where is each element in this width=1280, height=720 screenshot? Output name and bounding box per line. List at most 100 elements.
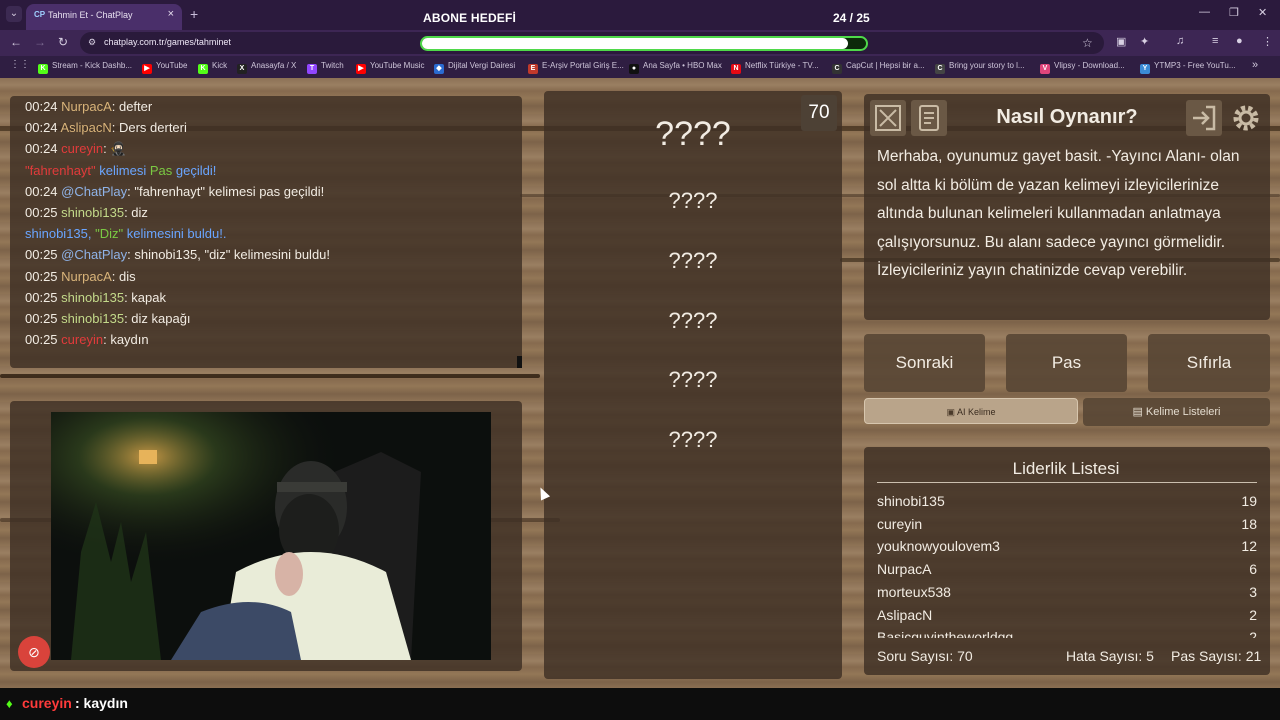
bookmark-label: CapCut | Hepsi bir a... <box>846 61 925 70</box>
chat-time: 00:24 <box>25 120 58 136</box>
leaderboard-name: AslipacN <box>877 606 933 623</box>
chat-message: 00:25 @ChatPlay: shinobi135, "diz" kelim… <box>25 247 330 262</box>
bookmark-label: Twitch <box>321 61 344 70</box>
question-count: Soru Sayısı: 70 <box>877 648 973 664</box>
forbidden-word: ???? <box>668 188 718 213</box>
leaderboard-name: morteux538 <box>877 583 951 600</box>
close-tab-icon[interactable]: × <box>168 8 174 20</box>
how-to-play-text: Merhaba, oyunumuz gayet basit. -Yayıncı … <box>877 148 1240 280</box>
bookmark-item[interactable]: N Netflix Türkiye - TV... <box>731 61 819 74</box>
settings-button[interactable] <box>1228 100 1264 136</box>
bookmark-item[interactable]: C CapCut | Hepsi bir a... <box>832 61 925 74</box>
bookmark-favicon-icon: V <box>1040 64 1050 74</box>
more-bookmarks-icon[interactable]: » <box>1252 59 1258 71</box>
apps-grid-icon[interactable]: ⋮⋮ <box>10 59 30 70</box>
chat-username[interactable]: cureyin <box>61 332 103 347</box>
bookmark-item[interactable]: K Stream - Kick Dashb... <box>38 61 132 74</box>
reload-icon[interactable]: ↻ <box>58 35 68 49</box>
next-button[interactable]: Sonraki <box>864 334 985 392</box>
bookmark-item[interactable]: V Vlipsy - Download... <box>1040 61 1125 74</box>
forbidden-word: ???? <box>668 308 718 333</box>
ai-word-button[interactable]: ▣ AI Kelime <box>864 398 1078 424</box>
minimize-icon[interactable]: — <box>1199 6 1210 18</box>
bookmark-item[interactable]: ● Ana Sayfa • HBO Max <box>629 61 722 74</box>
forward-icon[interactable]: → <box>34 35 46 49</box>
bookmark-label: Kick <box>212 61 228 70</box>
bookmark-item[interactable]: C Bring your story to l... <box>935 61 1025 74</box>
address-bar[interactable]: ⚙ chatplay.com.tr/games/tahminet ☆ <box>80 32 1104 54</box>
chat-username[interactable]: shinobi135 <box>61 311 124 326</box>
chatplay-favicon-icon: CP <box>34 10 46 19</box>
chat-system-text: shinobi135, <box>25 226 96 242</box>
leaderboard-list[interactable]: shinobi135 19 cureyin 18 youknowyoulovem3 12 N… <box>864 490 1270 638</box>
tab-search-button[interactable]: ⌄ <box>6 6 22 22</box>
bookmark-label: E-Arşiv Portal Giriş E... <box>542 61 624 70</box>
chat-time: 00:25 <box>25 247 58 263</box>
menu-icon[interactable]: ⋮ <box>1262 35 1273 48</box>
leaderboard-name: cureyin <box>877 515 923 532</box>
bookmark-favicon-icon: K <box>38 64 48 74</box>
fullscreen-button[interactable] <box>870 100 906 136</box>
exit-button[interactable] <box>1186 100 1222 136</box>
chat-username[interactable]: AslipacN <box>60 120 111 135</box>
reset-button[interactable]: Sıfırla <box>1148 334 1270 392</box>
document-icon <box>919 105 939 131</box>
maximize-icon[interactable]: ❐ <box>1229 6 1239 19</box>
record-button[interactable]: ⊘ <box>18 636 50 668</box>
browser-tab[interactable]: CP Tahmin Et - ChatPlay × <box>26 4 182 30</box>
bookmark-item[interactable]: T Twitch <box>307 61 344 74</box>
close-window-icon[interactable]: ✕ <box>1258 6 1267 19</box>
new-tab-icon[interactable]: + <box>190 6 198 22</box>
leaderboard-name: youknowyoulovem3 <box>877 538 1000 555</box>
pass-button[interactable]: Pas <box>1006 334 1127 392</box>
chat-username[interactable]: @ChatPlay <box>61 184 127 199</box>
leaderboard-row: morteux538 3 <box>877 584 1257 604</box>
bookmark-item[interactable]: ▶ YouTube <box>142 61 187 74</box>
chat-message: 00:24 NurpacA: defter <box>25 99 152 114</box>
puzzle-icon[interactable]: ✦ <box>1140 35 1149 48</box>
site-info-icon[interactable]: ⚙ <box>88 37 96 48</box>
extension-icon[interactable]: ▣ <box>1116 35 1126 48</box>
chat-username[interactable]: cureyin <box>61 141 103 156</box>
chat-time: 00:24 <box>25 183 58 199</box>
leaderboard-row: youknowyoulovem3 12 <box>877 538 1257 558</box>
chat-time: 00:24 <box>25 99 58 114</box>
bookmark-item[interactable]: X Anasayfa / X <box>237 61 296 74</box>
chat-text: : kaydın <box>103 332 149 348</box>
chat-username[interactable]: NurpacA <box>61 99 112 114</box>
notes-button[interactable] <box>911 100 947 136</box>
robot-icon: ▣ <box>946 407 957 417</box>
ai-word-label: AI Kelime <box>957 407 996 417</box>
bookmark-item[interactable]: ◆ Dijital Vergi Dairesi <box>434 61 515 74</box>
leaderboard-score: 2 <box>1249 606 1257 623</box>
leaderboard-score: 6 <box>1249 561 1257 578</box>
webcam-feed <box>51 412 491 660</box>
leaderboard-title: Liderlik Listesi <box>1012 459 1120 478</box>
chat-text: : defter <box>111 99 153 114</box>
bookmark-item[interactable]: E E-Arşiv Portal Giriş E... <box>528 61 624 74</box>
chat-username[interactable]: NurpacA <box>61 269 112 284</box>
bookmark-label: Dijital Vergi Dairesi <box>448 61 516 70</box>
chat-username[interactable]: shinobi135 <box>61 290 124 305</box>
chat-system-text: "fahrenhayt" <box>25 162 100 178</box>
back-icon[interactable]: ← <box>10 35 22 49</box>
bookmark-item[interactable]: Y YTMP3 - Free YouTu... <box>1140 61 1236 74</box>
chat-message: 00:25 NurpacA: dis <box>25 269 136 284</box>
media-icon[interactable]: ≡ <box>1212 35 1218 47</box>
bookmark-item[interactable]: ▶ YouTube Music <box>356 61 425 74</box>
bookmark-item[interactable]: K Kick <box>198 61 227 74</box>
chat-username[interactable]: @ChatPlay <box>61 247 127 262</box>
chat-scrollbar[interactable] <box>517 356 522 368</box>
leaderboard-row: AslipacN 2 <box>877 607 1257 627</box>
bell-icon[interactable]: ♫ <box>1176 35 1184 47</box>
bookmark-label: YouTube Music <box>370 61 425 70</box>
bookmark-favicon-icon: ▶ <box>142 64 152 74</box>
leaderboard-row: Basicguyintheworldgg 2 <box>877 629 1257 638</box>
chat-username[interactable]: shinobi135 <box>61 205 124 220</box>
chat-text: : diz <box>124 205 148 220</box>
chat-time: 00:25 <box>25 289 58 305</box>
avatar[interactable]: ● <box>1236 35 1243 47</box>
ticker-username: cureyin <box>22 695 72 711</box>
bookmark-star-icon[interactable]: ☆ <box>1082 36 1093 50</box>
word-lists-button[interactable]: ▤ Kelime Listeleri <box>1083 398 1270 426</box>
